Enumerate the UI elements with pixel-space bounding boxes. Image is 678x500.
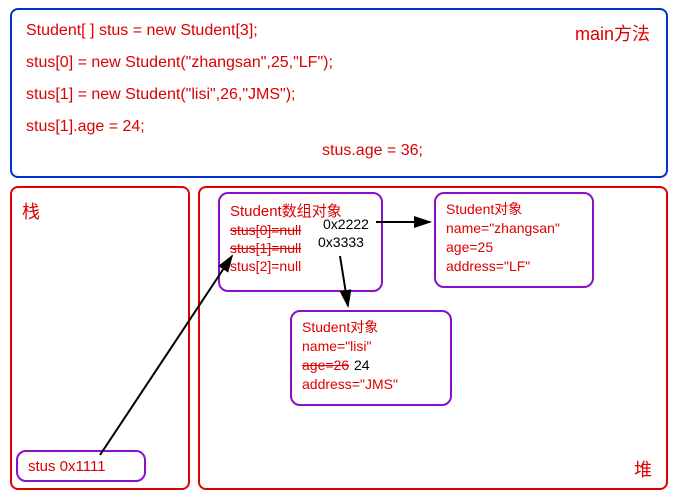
- array-row-2: stus[2]=null: [230, 257, 371, 275]
- array-row-0-struck: stus[0]=null: [230, 222, 301, 238]
- code-block: Student[ ] stus = new Student[3]; stus[0…: [10, 8, 668, 178]
- obj2-age-struck: age=26: [302, 357, 349, 373]
- stack-title: 栈: [22, 198, 178, 224]
- obj2-address: address="JMS": [302, 375, 440, 394]
- code-line-3: stus[1] = new Student("lisi",26,"JMS");: [26, 86, 652, 104]
- code-inline: stus.age = 36;: [322, 142, 423, 160]
- array-addr-0: 0x2222: [323, 216, 369, 232]
- stus-var-text: stus 0x1111: [28, 458, 106, 475]
- obj2-name: name="lisi": [302, 337, 440, 356]
- student-object-1: Student对象 name="zhangsan" age=25 address…: [434, 192, 594, 288]
- main-method-label: main方法: [575, 20, 650, 46]
- student-object-2: Student对象 name="lisi" age=26 address="JM…: [290, 310, 452, 406]
- obj2-age-new: 24: [354, 357, 370, 373]
- obj2-title: Student对象: [302, 318, 440, 337]
- obj1-address: address="LF": [446, 257, 582, 276]
- heap-title: 堆: [634, 456, 652, 482]
- code-line-2: stus[0] = new Student("zhangsan",25,"LF"…: [26, 54, 652, 72]
- obj1-name: name="zhangsan": [446, 219, 582, 238]
- code-line-4: stus[1].age = 24;: [26, 118, 652, 136]
- stack-area: 栈: [10, 186, 190, 490]
- array-addr-1: 0x3333: [318, 234, 364, 250]
- obj1-age: age=25: [446, 238, 582, 257]
- obj2-age: age=26: [302, 356, 440, 375]
- array-row-1-struck: stus[1]=null: [230, 240, 301, 256]
- obj1-title: Student对象: [446, 200, 582, 219]
- stack-variable-stus: stus 0x1111: [16, 450, 146, 482]
- code-line-1: Student[ ] stus = new Student[3];: [26, 22, 652, 40]
